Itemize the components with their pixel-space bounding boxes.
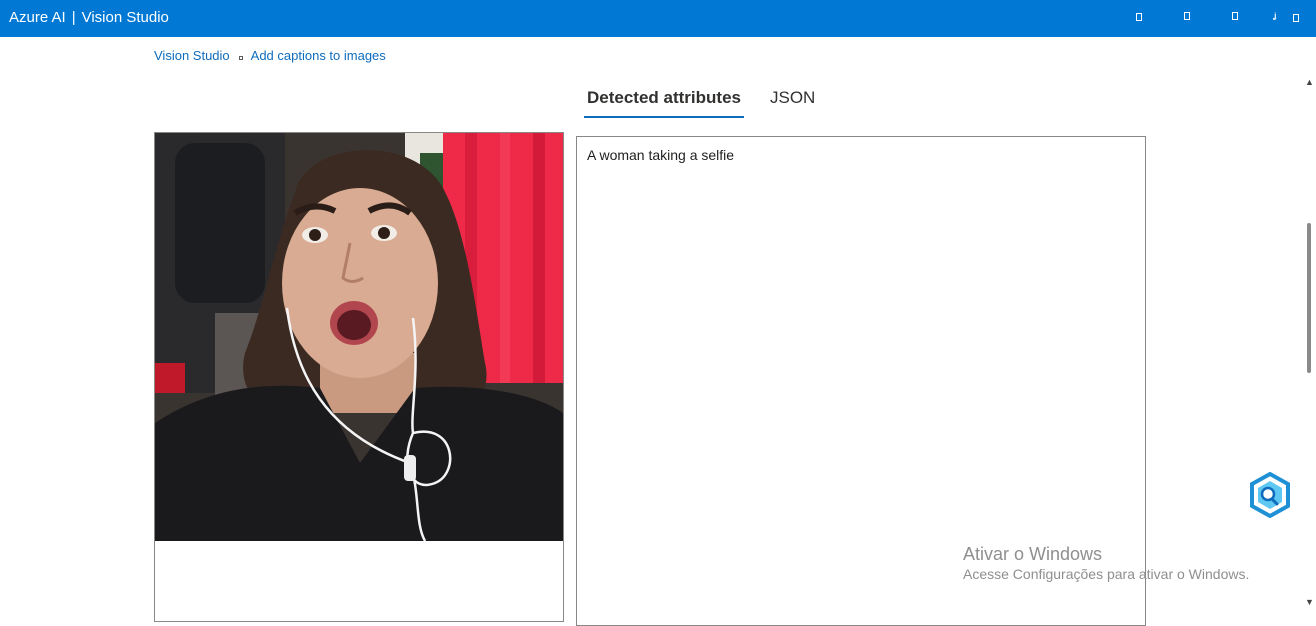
brand-separator: |	[71, 9, 76, 26]
breadcrumb-home-link[interactable]: Vision Studio	[154, 48, 230, 64]
tab-json[interactable]: JSON	[767, 84, 818, 118]
scrollbar-thumb[interactable]	[1307, 223, 1311, 373]
product-name: Vision Studio	[81, 9, 169, 26]
generated-caption: A woman taking a selfie	[587, 147, 735, 163]
brand-name: Azure AI	[9, 9, 66, 26]
breadcrumb-current-link[interactable]: Add captions to images	[251, 48, 386, 64]
tab-detected-attributes[interactable]: Detected attributes	[584, 84, 744, 118]
caption-result-panel: A woman taking a selfie	[576, 136, 1146, 626]
feedback-icon[interactable]: ᶨ	[1273, 12, 1276, 24]
image-preview-panel	[154, 132, 564, 622]
breadcrumb-separator-icon	[238, 56, 243, 60]
breadcrumb: Vision Studio Add captions to images	[154, 48, 386, 64]
settings-icon[interactable]	[1184, 11, 1190, 23]
help-icon[interactable]	[1232, 11, 1238, 23]
uploaded-photo	[155, 133, 563, 541]
account-icon[interactable]	[1293, 13, 1299, 25]
page-scrollbar[interactable]: ▲ ▼	[1302, 37, 1316, 616]
selfie-image	[155, 133, 563, 541]
assistant-icon	[1250, 471, 1290, 519]
scroll-down-arrow-icon[interactable]: ▼	[1305, 597, 1314, 607]
assistant-button[interactable]	[1246, 471, 1294, 519]
scroll-up-arrow-icon[interactable]: ▲	[1305, 77, 1314, 87]
result-tabs: Detected attributes JSON	[584, 84, 818, 118]
top-bar: Azure AI | Vision Studio ᶨ	[0, 0, 1316, 37]
app-title[interactable]: Azure AI | Vision Studio	[9, 9, 169, 27]
notifications-icon[interactable]	[1136, 12, 1142, 24]
